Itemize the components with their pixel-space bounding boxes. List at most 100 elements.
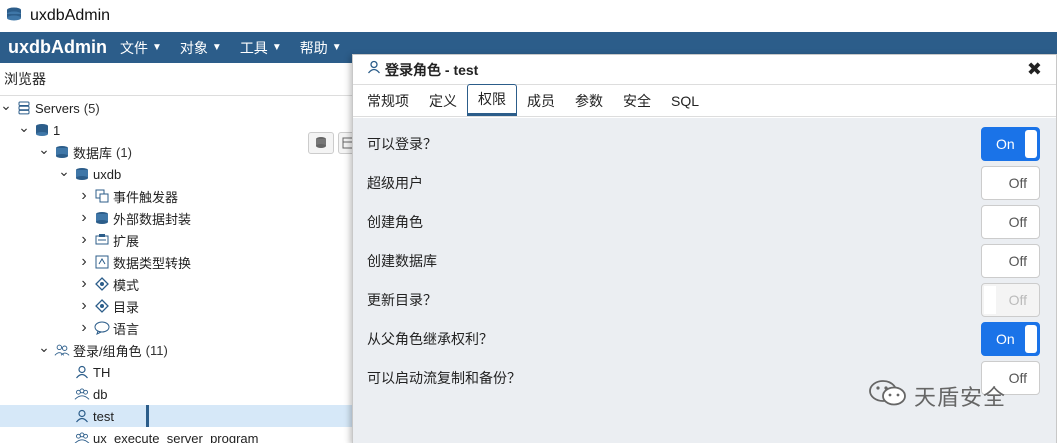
tree-node-label: 数据库 (73, 145, 113, 161)
tree-node-8[interactable]: › 模式 (0, 273, 360, 295)
chevron-down-icon[interactable]: ⌄ (38, 339, 50, 356)
menu-help-label: 帮助 (299, 39, 328, 56)
permission-label: 超级用户 (367, 174, 423, 191)
dialog-title: 登录角色 - test (385, 61, 479, 78)
tree-node-7[interactable]: › 数据类型转换 (0, 251, 360, 273)
database-icon (74, 167, 90, 181)
browser-title: 浏览器 (4, 71, 46, 87)
chevron-down-icon: ▼ (271, 42, 282, 53)
chevron-down-icon[interactable]: ⌄ (0, 97, 12, 114)
tree-node-count: (5) (83, 100, 100, 116)
chevron-down-icon[interactable]: ⌄ (58, 163, 70, 180)
tab-1[interactable]: 定义 (419, 86, 467, 116)
tree-node-9[interactable]: › 目录 (0, 295, 360, 317)
tab-6[interactable]: SQL (661, 86, 709, 116)
browser-header: 浏览器 (0, 63, 360, 154)
tree-node-3[interactable]: ⌄ uxdb (0, 163, 360, 185)
group-role-icon (74, 431, 90, 443)
chevron-right-icon[interactable]: › (78, 231, 90, 249)
toggle-state-label: Off (1008, 174, 1027, 191)
tree-node-5[interactable]: › 外部数据封装 (0, 207, 360, 229)
brand-logo[interactable]: uxdbAdmin (0, 37, 120, 58)
tab-2[interactable]: 权限 (467, 84, 517, 116)
permission-toggle[interactable]: Off (981, 204, 1040, 239)
tree-node-13[interactable]: db (0, 383, 360, 405)
permission-row: 创建角色 Off (353, 202, 1056, 241)
chevron-right-icon[interactable]: › (78, 319, 90, 337)
menu-tools[interactable]: 工具 ▼ (240, 38, 282, 58)
menu-file[interactable]: 文件 ▼ (120, 38, 162, 58)
permission-row: 更新目录？ Off (353, 280, 1056, 319)
toggle-state-label: Off (1008, 369, 1027, 386)
toggle-knob (984, 168, 996, 197)
permission-label: 更新目录？ (367, 291, 437, 308)
wechat-icon (868, 378, 908, 413)
toggle-state-label: Off (1008, 252, 1027, 269)
menu-object[interactable]: 对象 ▼ (180, 38, 222, 58)
tree-node-4[interactable]: › 事件触发器 (0, 185, 360, 207)
tab-4[interactable]: 参数 (565, 86, 613, 116)
chevron-right-icon[interactable]: › (78, 187, 90, 205)
chevron-right-icon[interactable]: › (78, 275, 90, 293)
chevron-right-icon[interactable]: › (78, 253, 90, 271)
chevron-right-icon[interactable]: › (78, 209, 90, 227)
permission-row: 可以登录？ On (353, 124, 1056, 163)
tab-0[interactable]: 常规项 (357, 86, 419, 116)
watermark-text: 天盾安全 (914, 384, 1007, 410)
toggle-state-label: Off (1008, 213, 1027, 230)
toggle-state-label: On (996, 135, 1015, 152)
tab-3[interactable]: 成员 (517, 86, 565, 116)
tree-node-label: 1 (53, 122, 61, 138)
window-titlebar: uxdbAdmin (0, 0, 1057, 32)
catalog-icon (94, 299, 110, 313)
tree-node-11[interactable]: ⌄ 登录/组角色 (11) (0, 339, 360, 361)
menu-object-label: 对象 (179, 39, 208, 56)
permission-label: 创建角色 (367, 213, 423, 230)
toggle-knob (984, 246, 996, 275)
tree-node-6[interactable]: › 扩展 (0, 229, 360, 251)
close-icon[interactable]: ✖ (1027, 59, 1042, 80)
toggle-knob (984, 207, 996, 236)
permission-toggle[interactable]: On (981, 321, 1040, 356)
tree-node-label: 模式 (113, 277, 140, 293)
tree-node-count: (11) (145, 342, 168, 358)
roles-icon (54, 343, 70, 357)
menu-help[interactable]: 帮助 ▼ (300, 38, 342, 58)
tree-node-label: 事件触发器 (113, 189, 179, 205)
menu-tools-label: 工具 (239, 39, 268, 56)
chevron-down-icon[interactable]: ⌄ (38, 141, 50, 158)
group-role-icon (74, 387, 90, 401)
tree-node-label: 外部数据封装 (113, 211, 192, 227)
permission-toggle[interactable]: Off (981, 165, 1040, 200)
chevron-down-icon[interactable]: ⌄ (18, 119, 30, 136)
extension-icon (94, 233, 110, 247)
tree-node-label: 扩展 (113, 233, 140, 249)
tree-node-1[interactable]: ⌄ 1 (0, 119, 360, 141)
tree-node-label: 目录 (113, 299, 140, 315)
tree-node-2[interactable]: ⌄ 数据库 (1) (0, 141, 360, 163)
permission-row: 创建数据库 Off (353, 241, 1056, 280)
toggle-state-label: On (996, 330, 1015, 347)
permission-label: 从父角色继承权利？ (367, 330, 493, 347)
tree-node-10[interactable]: › 语言 (0, 317, 360, 339)
tab-5[interactable]: 安全 (613, 86, 661, 116)
servers-icon (16, 101, 32, 115)
chevron-right-icon[interactable]: › (78, 297, 90, 315)
permission-row: 超级用户 Off (353, 163, 1056, 202)
toggle-knob (1025, 324, 1037, 353)
tree-node-0[interactable]: ⌄ Servers (5) (0, 97, 360, 119)
tree-node-count: (1) (116, 144, 132, 160)
login-role-icon (74, 409, 90, 423)
permission-toggle[interactable]: On (981, 126, 1040, 161)
tree-node-label: 数据类型转换 (113, 255, 192, 271)
permission-toggle[interactable]: Off (981, 243, 1040, 278)
permission-toggle: Off (981, 282, 1040, 317)
tree-node-15[interactable]: ux_execute_server_program (0, 427, 360, 443)
event-trigger-icon (94, 189, 110, 203)
watermark: 天盾安全 (868, 378, 1006, 413)
tree-node-14[interactable]: test (0, 405, 360, 427)
toggle-state-label: Off (1008, 291, 1027, 308)
tree-node-label: Servers (35, 100, 80, 116)
tree-node-12[interactable]: TH (0, 361, 360, 383)
chevron-down-icon: ▼ (152, 42, 162, 53)
